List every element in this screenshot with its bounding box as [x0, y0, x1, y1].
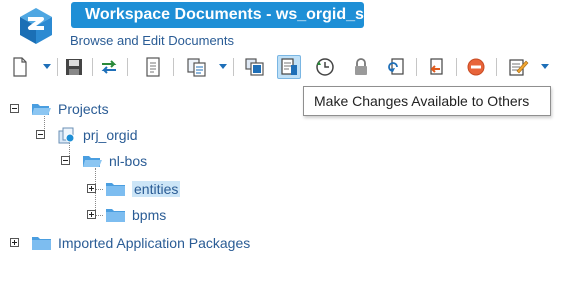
new-document-dropdown-icon[interactable]: [43, 64, 51, 70]
stop-icon: [467, 58, 485, 76]
new-document-icon: [13, 57, 27, 77]
toolbar-separator: [456, 58, 457, 76]
tree-node-entities[interactable]: entities: [105, 178, 181, 200]
document-icon: [146, 57, 160, 77]
expand-toggle-entities[interactable]: [87, 184, 96, 193]
new-document-button[interactable]: [8, 55, 32, 79]
toolbar-separator: [233, 58, 234, 76]
page-title: Workspace Documents - ws_orgid_svn: [71, 2, 383, 28]
copy-icon: [187, 58, 206, 77]
synchronize-icon: [101, 60, 117, 74]
save-icon: [66, 59, 82, 75]
header: Workspace Documents - ws_orgid_svn Brows…: [0, 0, 575, 52]
document-button[interactable]: [141, 55, 165, 79]
expand-toggle-project[interactable]: [36, 130, 45, 139]
tree-node-projects[interactable]: Projects: [31, 98, 109, 120]
update-icon: [388, 58, 404, 75]
make-changes-available-icon: [281, 58, 297, 75]
synchronize-button[interactable]: [97, 55, 121, 79]
page-subtitle: Browse and Edit Documents: [70, 33, 235, 48]
folder-icon: [106, 209, 125, 222]
workspace-button[interactable]: [243, 55, 267, 79]
edit-button[interactable]: [506, 55, 530, 79]
edit-dropdown-icon[interactable]: [541, 64, 549, 70]
stop-button[interactable]: [464, 55, 488, 79]
tree-node-label-selected: entities: [132, 181, 181, 197]
history-icon: [316, 58, 334, 76]
lock-button[interactable]: [349, 55, 373, 79]
workspace-icon: [245, 58, 264, 76]
expand-toggle-projects[interactable]: [10, 104, 19, 113]
tree-connector: [95, 189, 103, 190]
folder-icon: [32, 237, 51, 250]
expand-toggle-imported[interactable]: [10, 238, 19, 247]
history-button[interactable]: [313, 55, 337, 79]
toolbar-separator: [127, 58, 128, 76]
tree-connector: [95, 215, 103, 216]
make-changes-available-button[interactable]: [277, 55, 301, 79]
tree-node-label: Imported Application Packages: [58, 235, 251, 251]
save-button[interactable]: [62, 55, 86, 79]
toolbar-separator: [92, 58, 93, 76]
document-tree: Projects prj_orgid nl-bos entities bpms …: [0, 92, 575, 306]
toolbar-separator: [173, 58, 174, 76]
tree-node-project[interactable]: prj_orgid: [57, 124, 137, 146]
app-logo-icon: [20, 8, 52, 44]
tree-node-nl-bos[interactable]: nl-bos: [82, 150, 147, 172]
tree-node-bpms[interactable]: bpms: [105, 204, 166, 226]
copy-dropdown-icon[interactable]: [219, 64, 227, 70]
tree-node-label: nl-bos: [109, 153, 148, 169]
toolbar: [0, 52, 575, 82]
tree-node-label: Projects: [58, 101, 109, 117]
revert-button[interactable]: [424, 55, 448, 79]
revert-icon: [430, 58, 443, 75]
toolbar-separator: [496, 58, 497, 76]
update-button[interactable]: [385, 55, 409, 79]
expand-toggle-bpms[interactable]: [87, 210, 96, 219]
folder-icon: [106, 183, 125, 196]
tree-node-label: bpms: [132, 207, 167, 223]
tree-node-label: prj_orgid: [83, 127, 138, 143]
folder-open-icon: [32, 104, 51, 115]
edit-icon: [509, 59, 529, 76]
folder-open-icon: [83, 156, 102, 167]
toolbar-separator: [57, 58, 58, 76]
lock-icon: [355, 58, 367, 75]
toolbar-separator: [416, 58, 417, 76]
project-icon: [58, 127, 75, 144]
tree-node-imported-packages[interactable]: Imported Application Packages: [31, 232, 250, 254]
copy-button[interactable]: [185, 55, 209, 79]
expand-toggle-folder[interactable]: [61, 156, 70, 165]
